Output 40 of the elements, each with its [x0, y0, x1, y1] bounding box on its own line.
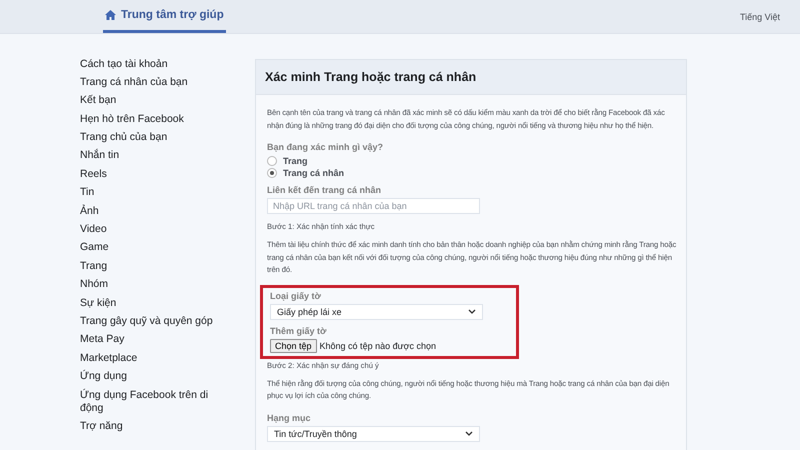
sidebar-item[interactable]: Ảnh: [80, 203, 220, 220]
radio-label: Trang: [283, 156, 308, 166]
sidebar-item[interactable]: Trang gây quỹ và quyên góp: [80, 313, 220, 330]
chevron-down-icon: [468, 309, 476, 314]
help-center-link[interactable]: Trung tâm trợ giúp: [103, 0, 226, 33]
sidebar-item[interactable]: Video: [80, 222, 220, 238]
sidebar-item[interactable]: Tin: [80, 184, 220, 201]
question-label: Bạn đang xác minh gì vậy?: [267, 142, 384, 152]
document-type-label: Loại giấy tờ: [270, 290, 322, 300]
file-status: Không có tệp nào được chọn: [320, 340, 436, 350]
sidebar-item[interactable]: Cách tạo tài khoản: [80, 56, 220, 72]
sidebar-item[interactable]: Hẹn hò trên Facebook: [80, 111, 220, 128]
radio-button[interactable]: [267, 168, 277, 178]
sidebar-item[interactable]: Trang chủ của bạn: [80, 130, 220, 146]
sidebar-item[interactable]: Trợ năng: [80, 418, 220, 434]
choose-file-button[interactable]: Chọn tệp: [270, 338, 317, 352]
sidebar-item[interactable]: Nhóm: [80, 276, 220, 293]
sidebar-item[interactable]: Trang: [80, 258, 220, 274]
sidebar-item[interactable]: Ứng dụng Facebook trên di động: [80, 387, 220, 416]
chevron-down-icon: [465, 431, 473, 436]
language-link[interactable]: Tiếng Việt: [740, 12, 780, 22]
card-title: Xác minh Trang hoặc trang cá nhân: [256, 60, 686, 95]
sidebar-item[interactable]: Nhắn tin: [80, 148, 220, 164]
sidebar-item[interactable]: Marketplace: [80, 350, 220, 366]
category-select[interactable]: Tin tức/Truyền thông: [267, 426, 480, 442]
sidebar-item[interactable]: Game: [80, 240, 220, 256]
radio-label: Trang cá nhân: [283, 168, 344, 178]
sidebar-item[interactable]: Reels: [80, 166, 220, 182]
link-label: Liên kết đến trang cá nhân: [267, 185, 382, 195]
house-icon: [105, 10, 116, 20]
sidebar-item[interactable]: Kết bạn: [80, 92, 220, 109]
sidebar-item[interactable]: Trang cá nhân của bạn: [80, 74, 220, 90]
sidebar-item[interactable]: Sự kiện: [80, 295, 220, 312]
add-document-label: Thêm giấy tờ: [270, 326, 328, 336]
url-field[interactable]: Nhập URL trang cá nhân của bạn: [267, 198, 480, 214]
sidebar-item[interactable]: Ứng dụng: [80, 368, 220, 385]
document-type-select[interactable]: Giấy phép lái xe: [270, 304, 483, 320]
sidebar-item[interactable]: Meta Pay: [80, 332, 220, 348]
category-label: Hạng mục: [267, 412, 312, 422]
radio-button[interactable]: [267, 156, 277, 166]
